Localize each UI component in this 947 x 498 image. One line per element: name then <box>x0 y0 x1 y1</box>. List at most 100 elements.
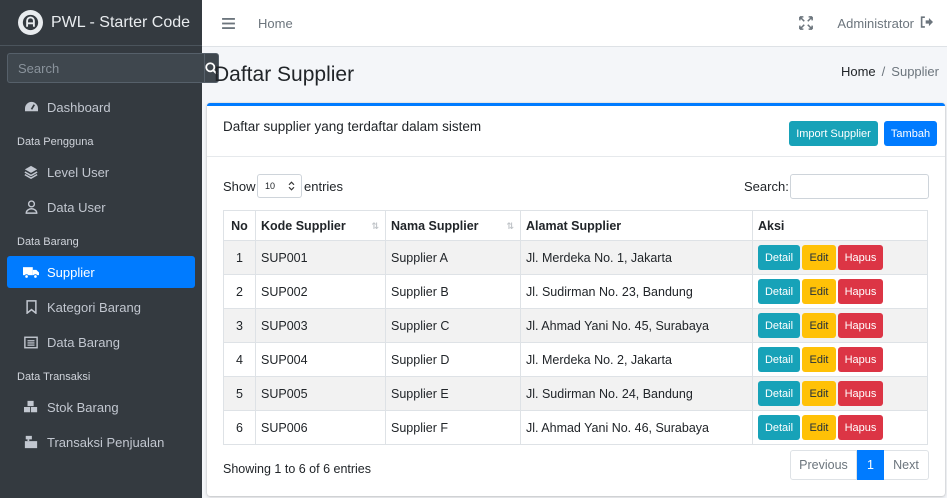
fullscreen-expand-icon[interactable] <box>799 15 815 32</box>
breadcrumb-home-link[interactable]: Home <box>841 64 876 79</box>
supplier-card: Daftar supplier yang terdaftar dalam sis… <box>207 103 945 496</box>
col-header-alamat[interactable]: Alamat Supplier <box>520 210 753 241</box>
bars-icon <box>221 17 235 29</box>
cell-nama: Supplier C <box>385 308 521 343</box>
card-title: Daftar supplier yang terdaftar dalam sis… <box>223 119 482 134</box>
sidebar-item-kategori-barang[interactable]: Kategori Barang <box>7 291 195 323</box>
hapus-button[interactable]: Hapus <box>838 415 883 440</box>
cell-alamat: Jl. Merdeka No. 2, Jakarta <box>520 342 753 377</box>
sidebar-search-input[interactable] <box>7 53 204 83</box>
top-navbar: Home Administrator <box>202 0 947 47</box>
cell-aksi: Detail Edit Hapus <box>752 240 928 275</box>
brand-title: PWL - Starter Code <box>51 13 191 31</box>
sidebar-item-dashboard[interactable]: Dashboard <box>7 91 195 123</box>
hapus-button[interactable]: Hapus <box>838 347 883 372</box>
navbar-right: Administrator <box>799 0 933 47</box>
nav-header-barang: Data Barang <box>17 236 79 248</box>
cell-alamat: Jl. Sudirman No. 24, Bandung <box>520 376 753 411</box>
sidebar-item-stok-barang[interactable]: Stok Barang <box>7 391 195 423</box>
col-header-no[interactable]: No <box>223 210 256 241</box>
cell-nama: Supplier B <box>385 274 521 309</box>
hapus-button[interactable]: Hapus <box>838 381 883 406</box>
tachometer-icon <box>23 99 39 115</box>
brand-link[interactable]: PWL - Starter Code <box>0 0 202 46</box>
pagination-previous-button[interactable]: Previous <box>790 450 857 480</box>
edit-button[interactable]: Edit <box>802 347 836 372</box>
cell-nama: Supplier E <box>385 376 521 411</box>
breadcrumb: Home / Supplier <box>841 64 939 79</box>
cell-nama: Supplier D <box>385 342 521 377</box>
cell-kode: SUP002 <box>255 274 386 309</box>
edit-button[interactable]: Edit <box>802 313 836 338</box>
edit-button[interactable]: Edit <box>802 415 836 440</box>
menu-toggle-button[interactable] <box>220 15 236 31</box>
col-header-kode[interactable]: Kode Supplier ⇅ <box>255 210 386 241</box>
table-search-input[interactable] <box>790 174 929 199</box>
cell-aksi: Detail Edit Hapus <box>752 376 928 411</box>
sidebar-item-data-user[interactable]: Data User <box>7 191 195 223</box>
entries-length-select[interactable]: 10 <box>257 174 302 198</box>
detail-button[interactable]: Detail <box>758 279 800 304</box>
sidebar-item-label: Kategori Barang <box>47 299 141 315</box>
sidebar-nav: Dashboard Data Pengguna Level User Data … <box>0 91 202 458</box>
detail-button[interactable]: Detail <box>758 245 800 270</box>
cell-kode: SUP004 <box>255 342 386 377</box>
table-row: 1 SUP001 Supplier A Jl. Merdeka No. 1, Jaka… <box>223 240 928 275</box>
pagination: Previous 1 Next <box>790 450 929 480</box>
table-row: 2 SUP002 Supplier B Jl. Sudirman No. 23, Ba… <box>223 274 928 309</box>
truck-icon <box>23 264 39 280</box>
detail-button[interactable]: Detail <box>758 313 800 338</box>
sort-icon: ⇅ <box>506 221 514 231</box>
edit-button[interactable]: Edit <box>802 381 836 406</box>
sidebar-item-supplier[interactable]: Supplier <box>7 256 195 288</box>
cell-aksi: Detail Edit Hapus <box>752 308 928 343</box>
table-header-row: No Kode Supplier ⇅ Nama Supplier ⇅ Alamat … <box>223 210 928 241</box>
edit-button[interactable]: Edit <box>802 279 836 304</box>
entries-label: entries <box>304 179 344 194</box>
sidebar-item-transaksi-penjualan[interactable]: Transaksi Penjualan <box>7 426 195 458</box>
cell-nama: Supplier F <box>385 410 521 445</box>
table-row: 5 SUP005 Supplier E Jl. Sudirman No. 24, Ba… <box>223 376 928 411</box>
sidebar-item-label: Data Barang <box>47 334 120 350</box>
cell-alamat: Jl. Sudirman No. 23, Bandung <box>520 274 753 309</box>
navbar-user-name[interactable]: Administrator <box>837 16 914 31</box>
cell-no: 5 <box>223 376 256 411</box>
cell-aksi: Detail Edit Hapus <box>752 342 928 377</box>
sidebar-search <box>7 53 219 83</box>
edit-button[interactable]: Edit <box>802 245 836 270</box>
col-header-label: Nama Supplier <box>391 218 479 233</box>
import-supplier-button[interactable]: Import Supplier <box>789 121 878 146</box>
tambah-button[interactable]: Tambah <box>884 121 937 146</box>
cell-kode: SUP006 <box>255 410 386 445</box>
show-label: Show <box>223 179 256 194</box>
hapus-button[interactable]: Hapus <box>838 313 883 338</box>
cubes-icon <box>23 399 39 415</box>
cell-no: 4 <box>223 342 256 377</box>
sign-out-icon[interactable] <box>920 16 933 31</box>
datatable-controls: Show 10 entries Search: <box>223 174 929 200</box>
cell-aksi: Detail Edit Hapus <box>752 410 928 445</box>
table-row: 4 SUP004 Supplier D Jl. Merdeka No. 2, Jaka… <box>223 342 928 377</box>
nav-header-pengguna: Data Pengguna <box>17 136 94 148</box>
chevron-updown-icon <box>288 181 295 191</box>
hapus-button[interactable]: Hapus <box>838 279 883 304</box>
detail-button[interactable]: Detail <box>758 347 800 372</box>
detail-button[interactable]: Detail <box>758 415 800 440</box>
col-header-label: Kode Supplier <box>261 218 346 233</box>
cash-register-icon <box>23 434 39 450</box>
cell-nama: Supplier A <box>385 240 521 275</box>
cell-no: 1 <box>223 240 256 275</box>
table-search-label: Search: <box>744 179 789 194</box>
hapus-button[interactable]: Hapus <box>838 245 883 270</box>
detail-button[interactable]: Detail <box>758 381 800 406</box>
cell-aksi: Detail Edit Hapus <box>752 274 928 309</box>
nav-header-transaksi: Data Transaksi <box>17 371 91 383</box>
sidebar-item-data-barang[interactable]: Data Barang <box>7 326 195 358</box>
cell-no: 3 <box>223 308 256 343</box>
pagination-next-button[interactable]: Next <box>884 450 929 480</box>
col-header-nama[interactable]: Nama Supplier ⇅ <box>385 210 521 241</box>
pagination-page-button[interactable]: 1 <box>857 450 884 480</box>
navbar-home-link[interactable]: Home <box>258 16 293 31</box>
sidebar-item-level-user[interactable]: Level User <box>7 156 195 188</box>
breadcrumb-separator: / <box>881 64 886 79</box>
